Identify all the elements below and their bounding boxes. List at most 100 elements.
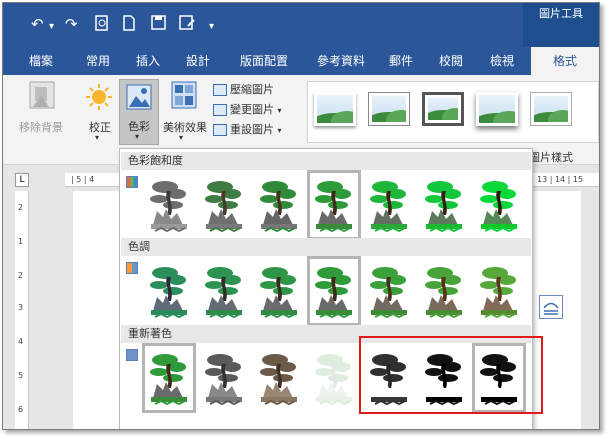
vruler-mark: 2 bbox=[18, 271, 24, 280]
gallery-thumb[interactable] bbox=[307, 170, 361, 240]
gallery-thumb[interactable] bbox=[309, 345, 359, 411]
reset-picture-button[interactable]: 重設圖片 ▾ bbox=[213, 121, 282, 139]
artistic-effects-icon bbox=[171, 81, 199, 115]
gallery-thumb[interactable] bbox=[254, 172, 304, 238]
bonsai-image bbox=[315, 354, 352, 406]
tab-mailings[interactable]: 郵件 bbox=[381, 47, 421, 75]
bonsai-image bbox=[425, 267, 462, 319]
change-picture-button[interactable]: 變更圖片 ▾ bbox=[213, 101, 282, 119]
bonsai-image bbox=[315, 267, 352, 319]
remove-background-button[interactable]: 移除背景 bbox=[19, 119, 63, 135]
corrections-dropdown-icon[interactable]: ▾ bbox=[95, 133, 99, 142]
compress-pictures-button[interactable]: 壓縮圖片 bbox=[213, 81, 274, 99]
bonsai-image bbox=[205, 181, 242, 233]
save-icon[interactable] bbox=[151, 15, 166, 34]
picture-style-4[interactable] bbox=[476, 92, 518, 126]
tab-home[interactable]: 常用 bbox=[75, 47, 121, 75]
picture-tools-context-title: 圖片工具 bbox=[523, 3, 599, 47]
tab-view[interactable]: 檢視 bbox=[479, 47, 525, 75]
tab-layout[interactable]: 版面配置 bbox=[231, 47, 297, 75]
recolor-highlight-box bbox=[359, 336, 543, 414]
vruler-mark: 4 bbox=[18, 337, 24, 346]
gallery-thumb[interactable] bbox=[142, 343, 196, 413]
bonsai-image bbox=[205, 267, 242, 319]
customize-qat-icon[interactable]: ▾ bbox=[209, 18, 214, 36]
tab-format[interactable]: 格式 bbox=[531, 47, 599, 75]
gallery-thumb[interactable] bbox=[254, 258, 304, 324]
gallery-thumb[interactable] bbox=[474, 258, 524, 324]
remove-background-icon bbox=[29, 81, 57, 115]
bonsai-image bbox=[480, 267, 517, 319]
ruler-label-left: | 5 | 4 bbox=[71, 175, 95, 184]
tone-section-icon bbox=[126, 262, 138, 274]
gallery-thumb[interactable] bbox=[307, 256, 361, 326]
picture-style-3[interactable] bbox=[422, 92, 464, 126]
tab-review[interactable]: 校閱 bbox=[429, 47, 473, 75]
new-document-icon[interactable] bbox=[123, 15, 135, 35]
gallery-thumb[interactable] bbox=[364, 172, 414, 238]
layout-options-icon[interactable] bbox=[539, 295, 563, 319]
color-button[interactable]: 色彩 ▾ bbox=[119, 79, 159, 145]
saturation-section-title: 色彩飽和度 bbox=[121, 152, 531, 170]
vruler-mark: 1 bbox=[18, 237, 24, 246]
picture-styles-gallery bbox=[307, 81, 599, 143]
tone-section-title: 色調 bbox=[121, 238, 531, 256]
title-bar: ↶ ▾ ↷ ▾ 圖片工具 bbox=[3, 3, 599, 47]
corrections-sun-icon bbox=[85, 83, 113, 115]
gallery-thumb[interactable] bbox=[199, 345, 249, 411]
tab-file[interactable]: 檔案 bbox=[17, 47, 65, 75]
bonsai-image bbox=[370, 181, 407, 233]
bonsai-image bbox=[480, 181, 517, 233]
compress-icon bbox=[213, 84, 227, 96]
print-preview-icon[interactable] bbox=[95, 15, 109, 35]
tab-insert[interactable]: 插入 bbox=[125, 47, 171, 75]
undo-dropdown-icon[interactable]: ▾ bbox=[49, 18, 54, 36]
word-window: ↶ ▾ ↷ ▾ 圖片工具 檔案 常用 插入 設計 版面配置 參考資料 郵件 校閱… bbox=[2, 2, 600, 430]
ruler-label-right: 13 | 14 | 15 bbox=[537, 175, 584, 184]
artistic-effects-dropdown-icon[interactable]: ▾ bbox=[179, 133, 183, 142]
gallery-thumb[interactable] bbox=[144, 258, 194, 324]
tab-selector[interactable]: L bbox=[15, 173, 29, 187]
artistic-effects-button[interactable]: 美術效果 bbox=[163, 119, 207, 135]
recolor-section-icon bbox=[126, 349, 138, 361]
bonsai-image bbox=[315, 181, 352, 233]
vruler-mark: 2 bbox=[18, 203, 24, 212]
bonsai-image bbox=[370, 267, 407, 319]
bonsai-image bbox=[260, 181, 297, 233]
picture-style-1[interactable] bbox=[314, 92, 356, 126]
gallery-thumb[interactable] bbox=[419, 172, 469, 238]
reset-picture-icon bbox=[213, 124, 227, 136]
ribbon-tabs: 檔案 常用 插入 設計 版面配置 參考資料 郵件 校閱 檢視 格式 bbox=[3, 47, 599, 75]
picture-style-2[interactable] bbox=[368, 92, 410, 126]
saturation-section-icon bbox=[126, 176, 138, 188]
bonsai-image bbox=[205, 354, 242, 406]
gallery-thumb[interactable] bbox=[144, 172, 194, 238]
undo-icon[interactable]: ↶ bbox=[31, 15, 44, 33]
gallery-thumb[interactable] bbox=[254, 345, 304, 411]
gallery-thumb[interactable] bbox=[199, 172, 249, 238]
picture-styles-group-label: 圖片樣式 bbox=[529, 151, 573, 164]
vruler-mark: 3 bbox=[18, 303, 24, 312]
corrections-button[interactable]: 校正 bbox=[89, 119, 111, 135]
change-picture-icon bbox=[213, 104, 227, 116]
bonsai-image bbox=[260, 354, 297, 406]
vertical-ruler[interactable]: 2 1 2 3 4 5 6 bbox=[15, 191, 29, 429]
color-dropdown-icon: ▾ bbox=[135, 132, 140, 141]
tab-references[interactable]: 參考資料 bbox=[307, 47, 375, 75]
bonsai-image bbox=[150, 267, 187, 319]
bonsai-image bbox=[150, 181, 187, 233]
gallery-thumb[interactable] bbox=[419, 258, 469, 324]
redo-icon[interactable]: ↷ bbox=[65, 15, 78, 33]
bonsai-image bbox=[150, 354, 187, 406]
gallery-thumb[interactable] bbox=[474, 172, 524, 238]
save-as-icon[interactable] bbox=[179, 15, 196, 34]
tab-design[interactable]: 設計 bbox=[175, 47, 221, 75]
gallery-thumb[interactable] bbox=[364, 258, 414, 324]
color-picture-icon bbox=[126, 84, 152, 114]
vruler-mark: 6 bbox=[18, 405, 24, 414]
picture-style-5[interactable] bbox=[530, 92, 572, 126]
bonsai-image bbox=[425, 181, 462, 233]
vruler-mark: 5 bbox=[18, 371, 24, 380]
bonsai-image bbox=[260, 267, 297, 319]
gallery-thumb[interactable] bbox=[199, 258, 249, 324]
